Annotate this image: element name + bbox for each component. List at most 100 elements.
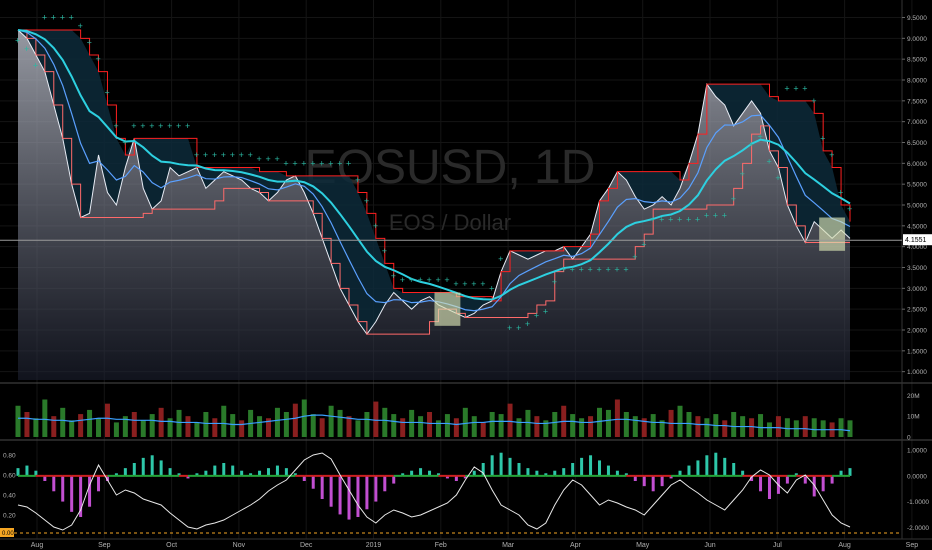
- price-tick-label: 7.0000: [907, 119, 927, 126]
- sar-dot: +: [453, 279, 458, 289]
- sar-dot: +: [588, 265, 593, 275]
- sar-dot: +: [552, 277, 557, 287]
- volume-bar: [462, 407, 468, 437]
- sar-dot: +: [838, 188, 843, 198]
- price-tick-label: 6.0000: [907, 161, 927, 168]
- histogram-bar: [168, 468, 172, 476]
- histogram-bar: [16, 468, 20, 476]
- volume-bar: [24, 412, 30, 437]
- histogram-bar: [231, 465, 235, 476]
- histogram-bar: [61, 475, 65, 502]
- price-tick-label: 8.0000: [907, 78, 927, 85]
- time-tick-label: Jul: [773, 542, 782, 549]
- time-tick-label: Mar: [502, 542, 515, 549]
- oscillator-left-axis[interactable]: 0.80 0.60 0.40 0.20: [3, 453, 16, 520]
- histogram-bar: [571, 463, 575, 476]
- oscillator-left-tick-label: 0.20: [3, 513, 16, 520]
- sar-dot: +: [122, 138, 127, 148]
- oscillator-left-tick-label: 0.60: [3, 473, 16, 480]
- sar-dot: +: [820, 133, 825, 143]
- sar-dot: +: [15, 35, 20, 45]
- volume-bar: [570, 414, 576, 437]
- price-tick-label: 5.0000: [907, 203, 927, 210]
- sar-dot: +: [668, 215, 673, 225]
- histogram-bar: [589, 455, 593, 476]
- time-axis[interactable]: Aug Sep Oct Nov Dec 2019 Feb Mar Apr May Jun Jul Aug…: [31, 542, 918, 549]
- watermark-subtitle: EOS / Dollar: [389, 210, 511, 235]
- sar-dot: +: [78, 21, 83, 31]
- volume-bar: [820, 420, 826, 437]
- histogram-bar: [642, 475, 646, 487]
- volume-bar: [686, 412, 692, 437]
- sar-dot: +: [802, 83, 807, 93]
- volume-bar: [203, 412, 209, 437]
- volume-bar: [758, 414, 764, 437]
- price-tick-label: 9.0000: [907, 36, 927, 43]
- volume-bar: [140, 420, 146, 437]
- sar-dot: +: [230, 150, 235, 160]
- histogram-bar: [785, 475, 789, 484]
- price-axis[interactable]: 9.5000 9.0000 8.5000 8.0000 7.5000 7.0000 6.50…: [902, 15, 927, 376]
- volume-bar: [731, 412, 737, 437]
- volume-bar: [355, 420, 361, 437]
- oscillator-pane[interactable]: [14, 452, 902, 534]
- sar-dot: +: [731, 194, 736, 204]
- volume-pane[interactable]: [15, 399, 853, 438]
- volume-bar: [775, 416, 781, 437]
- sar-dot: +: [203, 150, 208, 160]
- time-tick-label: Feb: [435, 542, 447, 549]
- time-tick-label: May: [636, 542, 650, 549]
- sar-dot: +: [355, 175, 360, 185]
- volume-bar: [364, 412, 370, 437]
- histogram-bar: [222, 463, 226, 476]
- histogram-bar: [141, 457, 145, 476]
- sar-dot: +: [60, 13, 65, 23]
- histogram-bar: [705, 455, 709, 476]
- price-tick-label: 3.5000: [907, 265, 927, 272]
- volume-bar: [87, 409, 93, 437]
- volume-bar: [373, 401, 379, 437]
- histogram-bar: [132, 463, 136, 476]
- histogram-bar: [52, 475, 56, 492]
- sar-dot: +: [301, 158, 306, 168]
- price-tick-label: 2.0000: [907, 328, 927, 335]
- sar-dot: +: [310, 158, 315, 168]
- volume-bar: [212, 418, 218, 437]
- volume-bar: [749, 418, 755, 437]
- sar-dot: +: [480, 279, 485, 289]
- volume-bar: [158, 407, 164, 437]
- sar-dot: +: [435, 275, 440, 285]
- sar-dot: +: [829, 150, 834, 160]
- volume-axis[interactable]: 20M 10M 0: [907, 393, 920, 442]
- volume-bar: [239, 420, 245, 437]
- histogram-bar: [123, 468, 127, 476]
- price-pane[interactable]: + + + + + + + + + + + + + + + + + + + + + + + + + + + + + + + + + + + + + + + +…: [15, 13, 852, 381]
- volume-bar: [346, 416, 352, 437]
- oscillator-right-axis[interactable]: 1.0000 0.0000 -1.0000 -2.0000: [907, 448, 929, 532]
- histogram-bar: [88, 475, 92, 507]
- histogram-bar: [25, 465, 29, 476]
- sar-dot: +: [33, 60, 38, 70]
- sar-dot: +: [391, 271, 396, 281]
- volume-bar: [292, 403, 298, 437]
- sar-dot: +: [373, 221, 378, 231]
- time-tick-label: Sep: [98, 542, 111, 549]
- volume-bar: [337, 409, 343, 437]
- sar-dot: +: [400, 275, 405, 285]
- sar-dot: +: [167, 121, 172, 131]
- oscillator-right-tick-label: -1.0000: [907, 499, 929, 506]
- histogram-bar: [383, 475, 387, 492]
- sar-dot: +: [749, 140, 754, 150]
- volume-bar: [274, 407, 280, 437]
- sar-dot: +: [722, 210, 727, 220]
- sar-dot: +: [758, 131, 763, 141]
- chart-svg[interactable]: EOSUSD, 1D EOS / Dollar ++++ + + ++++++++ + +…: [0, 0, 932, 550]
- histogram-bar: [275, 465, 279, 476]
- sar-dot: +: [489, 283, 494, 293]
- histogram-bar: [490, 455, 494, 476]
- volume-bar: [525, 409, 531, 437]
- volume-bar: [176, 409, 182, 437]
- sar-dot: +: [462, 279, 467, 289]
- volume-bar: [400, 418, 406, 437]
- sar-dot: +: [632, 252, 637, 262]
